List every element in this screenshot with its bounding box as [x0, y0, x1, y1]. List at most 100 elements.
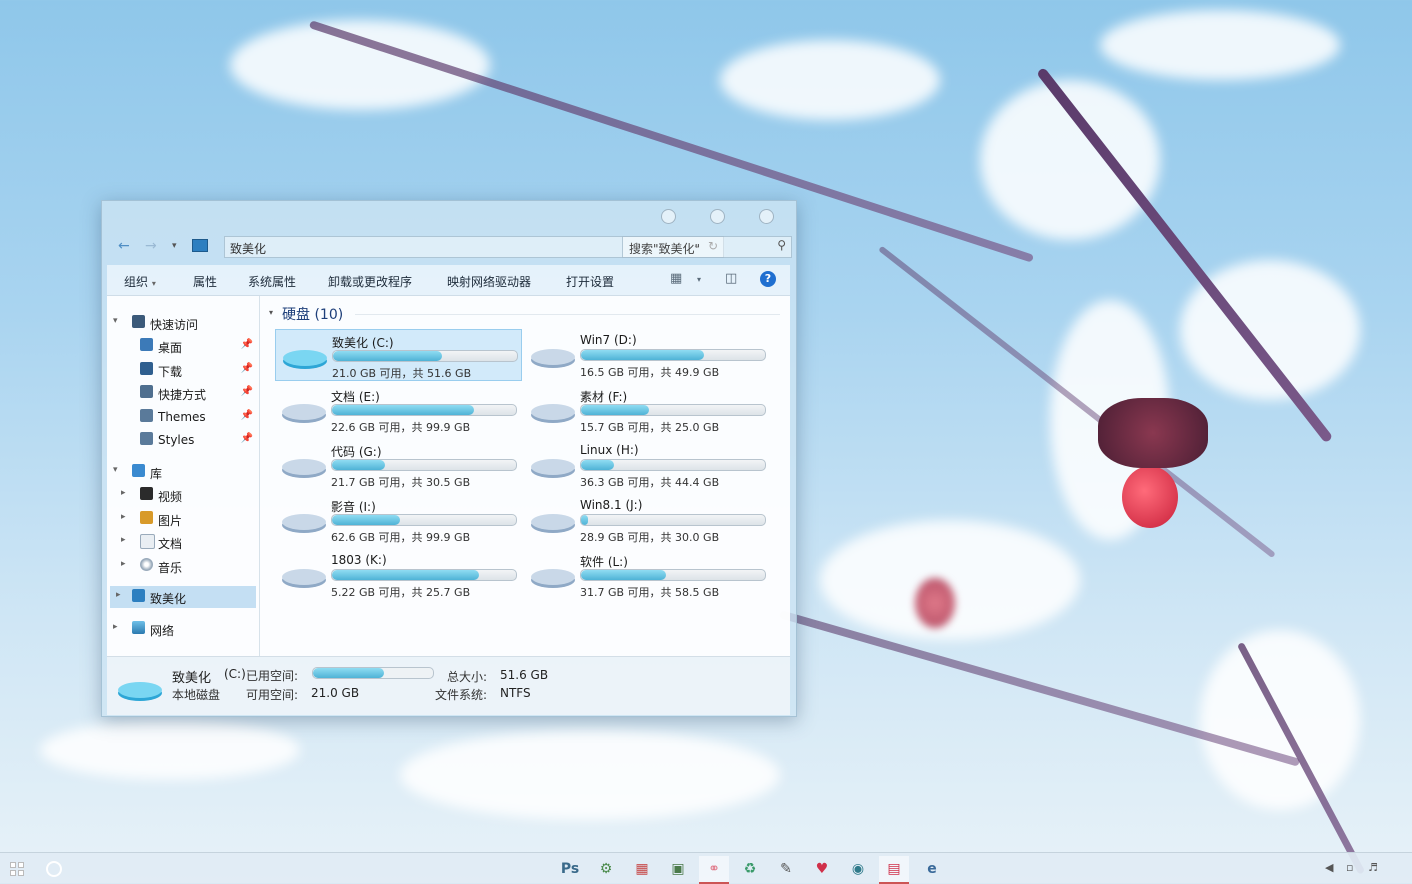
details-total-label: 总大小:	[447, 670, 488, 684]
drive-item[interactable]: 1803 (K:) 5.22 GB 可用，共 25.7 GB	[275, 549, 520, 599]
forward-arrow-icon[interactable]: →	[145, 238, 157, 254]
details-free-value: 21.0 GB	[311, 686, 360, 700]
search-icon[interactable]: ⚲	[777, 238, 786, 252]
notepad-app-icon[interactable]: ✎	[771, 856, 801, 882]
drive-item[interactable]: 致美化 (C:) 21.0 GB 可用，共 51.6 GB	[275, 329, 522, 381]
close-button[interactable]	[759, 209, 774, 224]
drive-icon	[282, 404, 326, 423]
drive-item[interactable]: 代码 (G:) 21.7 GB 可用，共 30.5 GB	[275, 439, 520, 489]
sidebar-item-this-pc[interactable]: ▸ 致美化	[110, 586, 256, 608]
start-button[interactable]	[10, 862, 24, 876]
sidebar-item-label: 图片	[158, 514, 183, 528]
pin-icon[interactable]: 📌	[241, 410, 253, 421]
collapse-arrow-icon[interactable]: ▸	[113, 622, 118, 632]
drive-item[interactable]: 素材 (F:) 15.7 GB 可用，共 25.0 GB	[524, 384, 769, 434]
drive-name: 1803 (K:)	[331, 553, 387, 567]
help-icon[interactable]: ?	[760, 271, 776, 287]
drive-item[interactable]: 软件 (L:) 31.7 GB 可用，共 58.5 GB	[524, 549, 769, 599]
camera-app-icon[interactable]: ◉	[843, 856, 873, 882]
details-pane: 致美化 (C:) 已用空间: 总大小: 51.6 GB 本地磁盘 可用空间: 2…	[107, 656, 790, 715]
open-settings-button[interactable]: 打开设置	[566, 273, 614, 290]
sidebar-item-styles[interactable]: Styles 📌	[107, 429, 257, 451]
settings-app-icon[interactable]: ⚙	[591, 856, 621, 882]
maximize-button[interactable]	[710, 209, 725, 224]
back-arrow-icon[interactable]: ←	[118, 238, 130, 254]
collapse-arrow-icon[interactable]: ▸	[121, 559, 126, 569]
drive-free-text: 21.7 GB 可用，共 30.5 GB	[331, 476, 471, 489]
recycle-app-icon[interactable]: ♻	[735, 856, 765, 882]
drive-icon	[531, 404, 575, 423]
properties-button[interactable]: 属性	[193, 273, 217, 290]
collapse-arrow-icon[interactable]: ▸	[116, 590, 121, 600]
sidebar-item-themes[interactable]: Themes 📌	[107, 406, 257, 428]
drive-usage-bar	[331, 459, 517, 471]
preview-pane-icon[interactable]: ◫	[725, 271, 737, 286]
drive-item[interactable]: Win7 (D:) 16.5 GB 可用，共 49.9 GB	[524, 329, 769, 379]
expand-arrow-icon[interactable]: ▾	[113, 465, 118, 475]
search-input[interactable]: 搜索"致美化" ⚲	[622, 236, 792, 258]
volume-icon[interactable]: ♬	[1368, 861, 1378, 874]
organize-button[interactable]: 组织 ▾	[124, 273, 156, 290]
sidebar-item-music[interactable]: ▸ 音乐	[107, 555, 257, 577]
group-collapse-icon[interactable]: ▾	[269, 308, 273, 317]
uninstall-button[interactable]: 卸载或更改程序	[328, 273, 412, 290]
drive-item[interactable]: Linux (H:) 36.3 GB 可用，共 44.4 GB	[524, 439, 769, 489]
collapse-arrow-icon[interactable]: ▸	[121, 512, 126, 522]
explorer-window[interactable]: ← → ▾ 致美化 ⌄ ↻ 搜索"致美化" ⚲ 组织 ▾ 属性 系统属性 卸载或…	[101, 200, 797, 717]
pin-icon[interactable]: 📌	[241, 386, 253, 397]
drive-name: 软件 (L:)	[580, 555, 628, 569]
sidebar-item-label: 快捷方式	[158, 388, 207, 402]
drive-usage-fill	[333, 351, 442, 361]
sidebar-item-library[interactable]: ▾ 库	[107, 461, 257, 483]
drive-usage-bar	[580, 514, 766, 526]
collapse-arrow-icon[interactable]: ▸	[121, 535, 126, 545]
grid-app-icon[interactable]: ▦	[627, 856, 657, 882]
desktop-icon	[140, 338, 153, 351]
drive-item[interactable]: Win8.1 (J:) 28.9 GB 可用，共 30.0 GB	[524, 494, 769, 544]
drive-item[interactable]: 影音 (I:) 62.6 GB 可用，共 99.9 GB	[275, 494, 520, 544]
pin-icon[interactable]: 📌	[241, 363, 253, 374]
sidebar-item-label: 音乐	[158, 561, 183, 575]
drive-usage-bar	[580, 569, 766, 581]
navigation-pane: ▾ 快速访问 桌面 📌 下载 📌 快捷方式 📌 Themes 📌 Styles	[107, 296, 260, 656]
details-drive-letter: (C:)	[224, 667, 246, 681]
ie-app-icon[interactable]: e	[917, 856, 947, 882]
expand-arrow-icon[interactable]: ▾	[113, 316, 118, 326]
search-circle-icon[interactable]	[46, 861, 62, 877]
sidebar-item-videos[interactable]: ▸ 视频	[107, 484, 257, 506]
folder-icon	[140, 409, 153, 422]
drive-usage-fill	[332, 515, 401, 525]
sidebar-item-quick-access[interactable]: ▾ 快速访问	[107, 312, 257, 334]
sidebar-item-pictures[interactable]: ▸ 图片	[107, 508, 257, 530]
group-title[interactable]: 硬盘 (10)	[282, 304, 343, 324]
minimize-button[interactable]	[661, 209, 676, 224]
drive-icon	[282, 459, 326, 478]
search-placeholder: 搜索"致美化"	[629, 242, 701, 256]
map-network-drive-button[interactable]: 映射网络驱动器	[447, 273, 531, 290]
terminal-app-icon[interactable]: ▣	[663, 856, 693, 882]
photoshop-app-icon[interactable]: Ps	[555, 856, 585, 882]
pin-icon[interactable]: 📌	[241, 433, 253, 444]
monitor-app-icon[interactable]: ▤	[879, 856, 909, 884]
view-options-icon[interactable]: ▦	[670, 271, 682, 286]
drive-icon	[282, 569, 326, 588]
collapse-arrow-icon[interactable]: ▸	[121, 488, 126, 498]
sidebar-item-documents[interactable]: ▸ 文档	[107, 531, 257, 553]
drive-usage-bar	[580, 459, 766, 471]
tray-arrow-icon[interactable]: ◀	[1325, 861, 1333, 874]
drive-item[interactable]: 文档 (E:) 22.6 GB 可用，共 99.9 GB	[275, 384, 520, 434]
notification-icon[interactable]: ▫	[1346, 861, 1353, 874]
sidebar-item-desktop[interactable]: 桌面 📌	[107, 335, 257, 357]
drive-free-text: 15.7 GB 可用，共 25.0 GB	[580, 421, 720, 434]
pin-icon[interactable]: 📌	[241, 339, 253, 350]
drive-icon	[118, 682, 162, 701]
chevron-down-icon[interactable]: ▾	[697, 275, 701, 284]
heart-app-icon[interactable]: ♥	[807, 856, 837, 882]
headphones-app-icon[interactable]: ⚭	[699, 856, 729, 884]
sidebar-item-network[interactable]: ▸ 网络	[107, 618, 257, 640]
sidebar-item-label: 网络	[150, 624, 175, 638]
recent-locations-icon[interactable]: ▾	[172, 241, 177, 251]
system-properties-button[interactable]: 系统属性	[248, 273, 296, 290]
sidebar-item-shortcuts[interactable]: 快捷方式 📌	[107, 382, 257, 404]
sidebar-item-downloads[interactable]: 下载 📌	[107, 359, 257, 381]
